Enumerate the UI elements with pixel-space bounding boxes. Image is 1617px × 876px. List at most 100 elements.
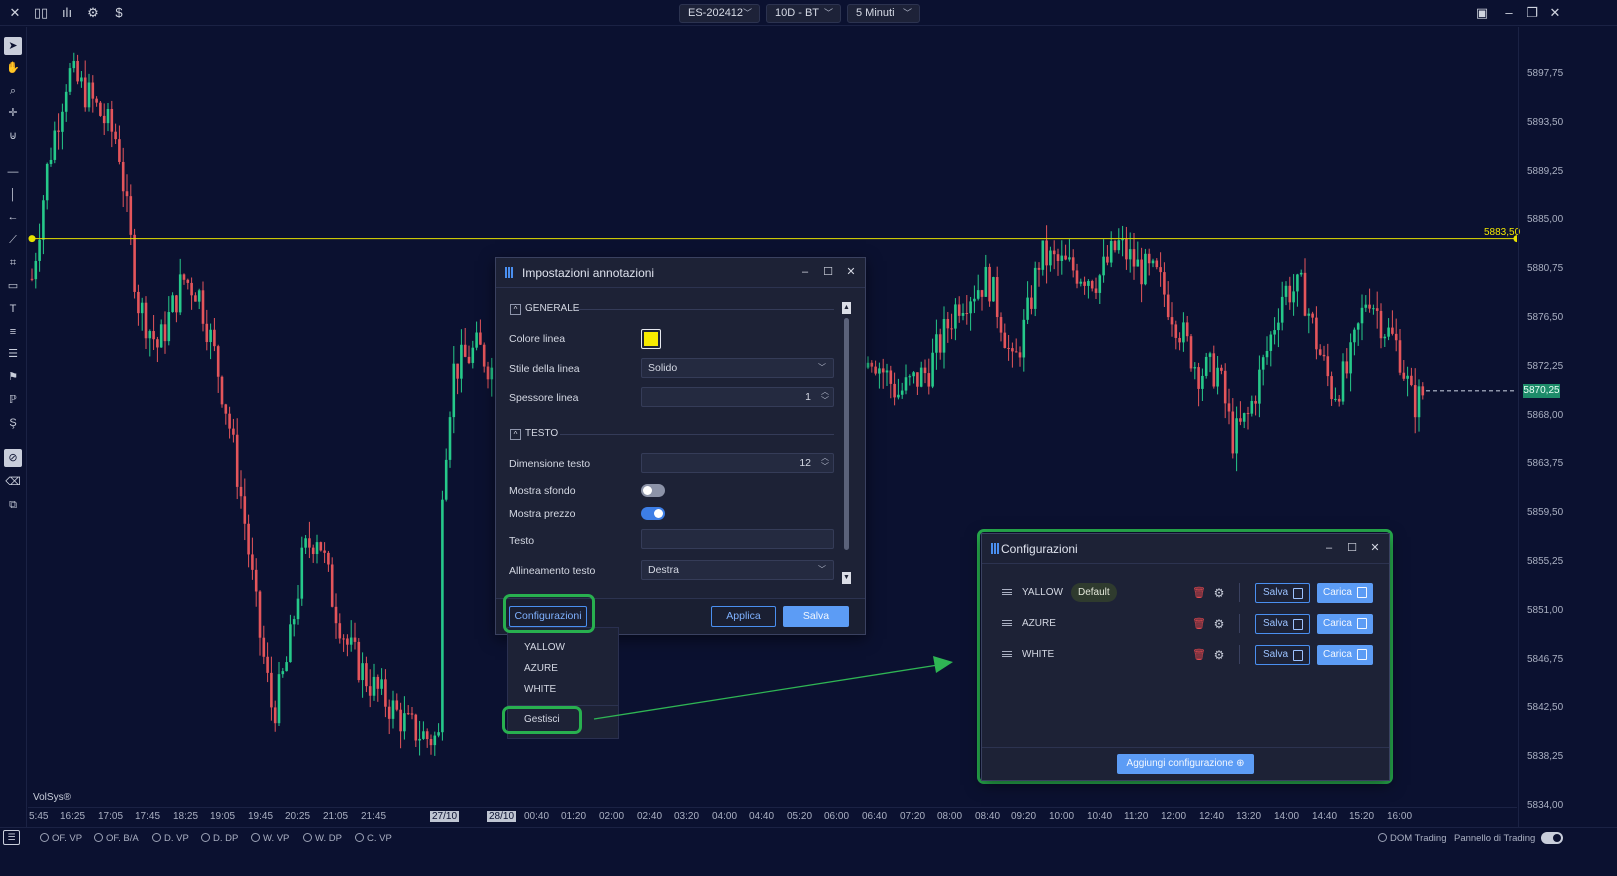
range-select[interactable]: 10D - BT ﹀ xyxy=(766,4,841,23)
dialog-titlebar[interactable]: Impostazioni annotazioni – ☐ ✕ xyxy=(496,258,865,288)
levels-icon[interactable]: ☰ xyxy=(4,345,22,363)
candles-icon[interactable]: ▯▯ xyxy=(32,4,50,22)
menu-item-white[interactable]: WHITE xyxy=(524,684,556,695)
minimize-icon[interactable]: – xyxy=(1499,3,1519,23)
save-config-button[interactable]: Salva xyxy=(1255,614,1310,634)
gear-icon[interactable]: ⚙ xyxy=(1212,586,1226,600)
scroll-down-icon[interactable]: ▼ xyxy=(842,572,851,584)
cursor-icon[interactable]: ➤ xyxy=(4,37,22,55)
load-config-button[interactable]: Carica xyxy=(1317,583,1373,603)
line-color-swatch[interactable] xyxy=(641,329,661,349)
drag-handle-icon[interactable] xyxy=(1002,620,1012,626)
dialog-titlebar[interactable]: Configurazioni – ☐ ✕ xyxy=(982,534,1389,564)
line-style-select[interactable]: Solido ﹀ xyxy=(641,358,834,378)
fib-icon[interactable]: ≡ xyxy=(4,323,22,341)
trash-icon[interactable]: 🗑 xyxy=(1192,618,1206,630)
line-style-label: Stile della linea xyxy=(509,363,580,375)
stats-info-icon[interactable]: Ş xyxy=(4,414,22,432)
dollar-icon[interactable]: $ xyxy=(110,4,128,22)
candle xyxy=(224,403,228,425)
candle xyxy=(1132,233,1136,280)
line-handle[interactable] xyxy=(28,235,36,243)
toggle-w-dp[interactable]: W. DP xyxy=(303,833,342,844)
trendline-icon[interactable]: ⟋ xyxy=(4,231,22,249)
vertical-line-icon[interactable]: │ xyxy=(4,186,22,204)
minimize-icon[interactable]: – xyxy=(797,264,813,280)
zoom-icon[interactable]: ⌕ xyxy=(4,82,22,100)
save-config-button[interactable]: Salva xyxy=(1255,583,1310,603)
text-size-label: Dimensione testo xyxy=(509,458,591,470)
show-bg-toggle[interactable] xyxy=(641,484,665,497)
text-input[interactable] xyxy=(641,529,834,549)
toggle-c-vp[interactable]: C. VP xyxy=(355,833,392,844)
add-configuration-button[interactable]: Aggiungi configurazione ⊕ xyxy=(1117,754,1254,774)
candle xyxy=(482,342,486,373)
gear-icon[interactable]: ⚙ xyxy=(1212,648,1226,662)
eraser-icon[interactable]: ⌫ xyxy=(4,473,22,491)
close-icon[interactable]: ✕ xyxy=(1367,540,1383,556)
timeframe-select[interactable]: 5 Minuti ﹀ xyxy=(847,4,920,23)
line-width-stepper[interactable]: 1 ︿ ﹀ xyxy=(641,387,834,407)
scrollbar[interactable]: ▲ ▼ xyxy=(842,302,851,584)
show-price-toggle[interactable] xyxy=(641,507,665,520)
crosshair-icon[interactable]: ✛ xyxy=(4,104,22,122)
magnet-icon[interactable]: ⊍ xyxy=(4,127,22,145)
panel-toggle-icon[interactable]: ▣ xyxy=(1472,3,1492,23)
rectangle-icon[interactable]: ▭ xyxy=(4,277,22,295)
candle xyxy=(1102,239,1105,283)
trash-icon[interactable]: 🗑 xyxy=(1192,649,1206,661)
restore-icon[interactable]: ❐ xyxy=(1522,3,1542,23)
ruler-icon[interactable]: ⌗ xyxy=(4,254,22,272)
toggle-of-vp[interactable]: OF. VP xyxy=(40,833,82,844)
scroll-up-icon[interactable]: ▲ xyxy=(842,302,851,314)
scroll-thumb[interactable] xyxy=(844,318,849,550)
gear-icon[interactable]: ⚙ xyxy=(1212,617,1226,631)
close-icon[interactable]: ✕ xyxy=(843,264,859,280)
flag-icon[interactable]: ⚑ xyxy=(4,368,22,386)
save-config-button[interactable]: Salva xyxy=(1255,645,1310,665)
minimize-icon[interactable]: – xyxy=(1321,540,1337,556)
horizontal-line-icon[interactable]: — xyxy=(4,163,22,181)
link-icon[interactable]: ⊘ xyxy=(4,449,22,467)
settings-icon[interactable]: ⚙ xyxy=(84,4,102,22)
toggle-w-vp[interactable]: W. VP xyxy=(251,833,289,844)
section-general[interactable]: ^ GENERALE xyxy=(510,303,579,315)
window-close-icon[interactable]: ✕ xyxy=(1545,3,1565,23)
trading-panel-switch[interactable] xyxy=(1541,832,1563,844)
menu-icon[interactable]: ☰ xyxy=(3,830,20,845)
drag-handle-icon[interactable] xyxy=(1002,589,1012,595)
bars-icon[interactable]: ılı xyxy=(58,4,76,22)
stepper-icon[interactable]: ︿ ﹀ xyxy=(821,453,829,471)
drag-handle-icon[interactable] xyxy=(1002,651,1012,657)
candle xyxy=(1022,309,1026,372)
apply-button[interactable]: Applica xyxy=(711,606,776,627)
save-button[interactable]: Salva xyxy=(783,606,849,627)
price-info-icon[interactable]: ℙ xyxy=(4,391,22,409)
stepper-icon[interactable]: ︿ ﹀ xyxy=(821,387,829,405)
section-text[interactable]: ^ TESTO xyxy=(510,428,558,440)
menu-item-azure[interactable]: AZURE xyxy=(524,663,558,674)
toggle-d-vp[interactable]: D. VP xyxy=(152,833,189,844)
dom-trading-toggle[interactable]: DOM Trading xyxy=(1378,833,1447,844)
layers-icon[interactable]: ⧉ xyxy=(4,496,22,514)
maximize-icon[interactable]: ☐ xyxy=(1344,540,1360,556)
menu-item-yallow[interactable]: YALLOW xyxy=(524,642,565,653)
hand-icon[interactable]: ✋ xyxy=(4,59,22,77)
close-icon[interactable]: ✕ xyxy=(6,4,24,22)
candle xyxy=(1170,302,1174,337)
toggle-d-dp[interactable]: D. DP xyxy=(201,833,238,844)
candle xyxy=(1125,226,1128,270)
trash-icon[interactable]: 🗑 xyxy=(1192,587,1206,599)
price-axis[interactable]: 5897,75 5893,50 5889,25 5885,00 5880,75 5876,… xyxy=(1518,27,1617,827)
symbol-value: ES-202412 xyxy=(688,7,744,19)
ray-icon[interactable]: ← xyxy=(4,208,22,226)
toggle-of-ba[interactable]: OF. B/A xyxy=(94,833,139,844)
text-size-stepper[interactable]: 12 ︿ ﹀ xyxy=(641,453,834,473)
text-icon[interactable]: T xyxy=(4,300,22,318)
load-config-button[interactable]: Carica xyxy=(1317,645,1373,665)
maximize-icon[interactable]: ☐ xyxy=(820,264,836,280)
symbol-select[interactable]: ES-202412 ﹀ xyxy=(679,4,760,23)
load-config-button[interactable]: Carica xyxy=(1317,614,1373,634)
align-select[interactable]: Destra ﹀ xyxy=(641,560,834,580)
time-axis[interactable]: 5:45 16:25 17:05 17:45 18:25 19:05 19:45 20:25 2… xyxy=(28,807,1517,827)
